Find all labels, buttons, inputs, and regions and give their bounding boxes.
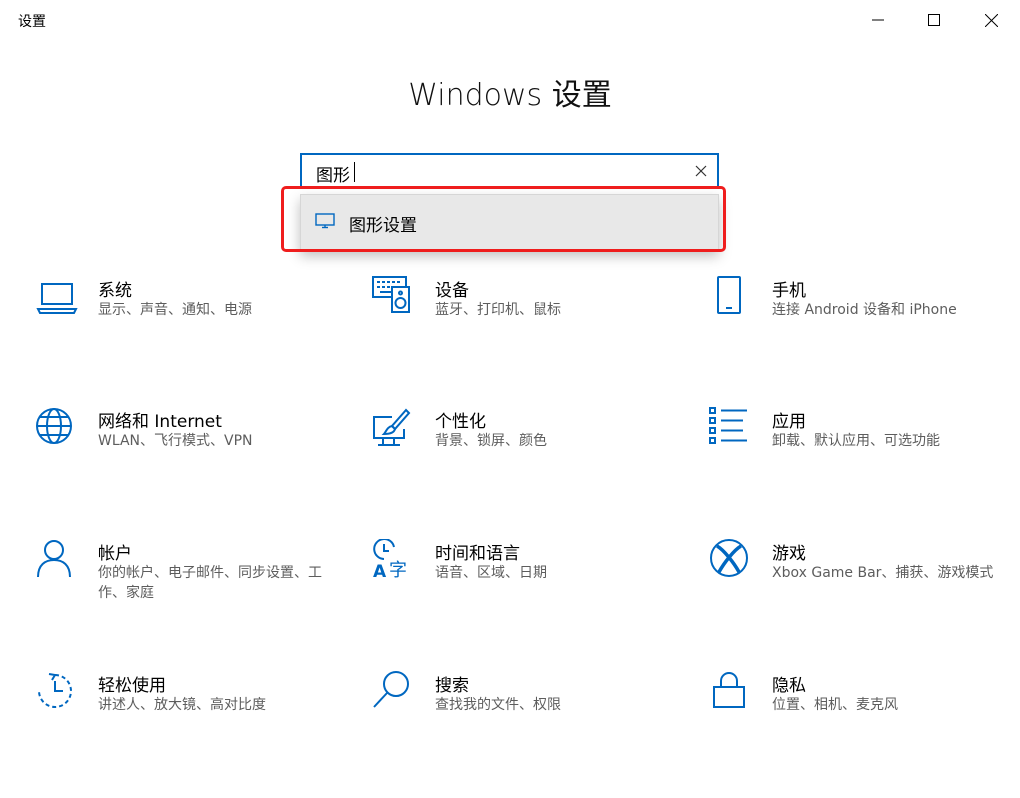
minimize-button[interactable]	[849, 0, 907, 40]
tile-title: 应用	[772, 412, 806, 432]
page-title: Windows 设置	[408, 78, 612, 113]
tile-title: 个性化	[435, 412, 486, 432]
tile-description: Xbox Game Bar、捕获、游戏模式	[772, 565, 994, 581]
apps-list-icon	[709, 407, 753, 451]
tile-privacy[interactable]: 隐私 位置、相机、麦克风	[709, 671, 1009, 751]
lock-icon	[709, 671, 753, 715]
maximize-button[interactable]	[905, 0, 963, 40]
tile-title: 时间和语言	[435, 544, 520, 564]
tile-phone[interactable]: 手机 连接 Android 设备和 iPhone	[709, 276, 1009, 356]
person-icon	[35, 539, 79, 583]
tile-search[interactable]: 搜索 查找我的文件、权限	[372, 671, 672, 751]
tile-gaming[interactable]: 游戏 Xbox Game Bar、捕获、游戏模式	[709, 539, 1009, 619]
tile-description: 位置、相机、麦克风	[772, 697, 898, 713]
phone-icon	[709, 276, 753, 320]
suggestion-label: 图形设置	[349, 216, 417, 236]
tile-title: 游戏	[772, 544, 806, 564]
xbox-icon	[709, 539, 753, 583]
monitor-icon	[315, 213, 335, 229]
tile-time-language[interactable]: A 字 时间和语言 语音、区域、日期	[372, 539, 672, 619]
tile-description: 显示、声音、通知、电源	[98, 302, 252, 318]
close-icon	[984, 13, 998, 27]
tile-apps[interactable]: 应用 卸载、默认应用、可选功能	[709, 407, 1009, 487]
paint-brush-icon	[372, 407, 416, 451]
search-input-value: 图形	[316, 166, 350, 186]
laptop-icon	[35, 276, 79, 320]
text-caret	[354, 162, 355, 182]
search-icon	[372, 671, 416, 715]
tile-description: 讲述人、放大镜、高对比度	[98, 697, 266, 713]
ease-of-access-icon	[35, 671, 79, 715]
search-suggestions: 图形设置	[300, 194, 719, 250]
close-button[interactable]	[962, 0, 1020, 40]
svg-text:字: 字	[389, 560, 407, 581]
tile-ease-of-access[interactable]: 轻松使用 讲述人、放大镜、高对比度	[35, 671, 335, 751]
tile-description: 背景、锁屏、颜色	[435, 433, 547, 449]
tile-title: 网络和 Internet	[98, 412, 222, 432]
window-title: 设置	[18, 14, 46, 30]
clear-icon[interactable]	[693, 163, 709, 179]
search-input[interactable]: 图形	[300, 153, 719, 189]
tile-description: 你的帐户、电子邮件、同步设置、工作、家庭	[98, 565, 322, 601]
tile-title: 系统	[98, 281, 132, 301]
tile-description: 连接 Android 设备和 iPhone	[772, 302, 957, 318]
keyboard-speaker-icon	[372, 276, 416, 320]
minimize-icon	[872, 19, 884, 21]
tile-network[interactable]: 网络和 Internet WLAN、飞行模式、VPN	[35, 407, 335, 487]
tile-system[interactable]: 系统 显示、声音、通知、电源	[35, 276, 335, 356]
tile-description: WLAN、飞行模式、VPN	[98, 433, 253, 449]
tile-devices[interactable]: 设备 蓝牙、打印机、鼠标	[372, 276, 672, 356]
svg-text:A: A	[373, 562, 387, 582]
tile-title: 设备	[435, 281, 469, 301]
tile-description: 蓝牙、打印机、鼠标	[435, 302, 561, 318]
tile-title: 手机	[772, 281, 806, 301]
maximize-icon	[928, 14, 940, 26]
tile-description: 查找我的文件、权限	[435, 697, 561, 713]
suggestion-item[interactable]: 图形设置	[301, 195, 718, 249]
tile-title: 搜索	[435, 676, 469, 696]
tile-accounts[interactable]: 帐户 你的帐户、电子邮件、同步设置、工作、家庭	[35, 539, 335, 619]
tile-title: 帐户	[98, 544, 132, 564]
tile-title: 隐私	[772, 676, 806, 696]
title-bar: 设置	[0, 0, 1020, 40]
tile-description: 卸载、默认应用、可选功能	[772, 433, 940, 449]
tile-title: 轻松使用	[98, 676, 166, 696]
time-language-icon: A 字	[372, 539, 416, 583]
tile-personalization[interactable]: 个性化 背景、锁屏、颜色	[372, 407, 672, 487]
globe-icon	[35, 407, 79, 451]
tile-description: 语音、区域、日期	[435, 565, 547, 581]
